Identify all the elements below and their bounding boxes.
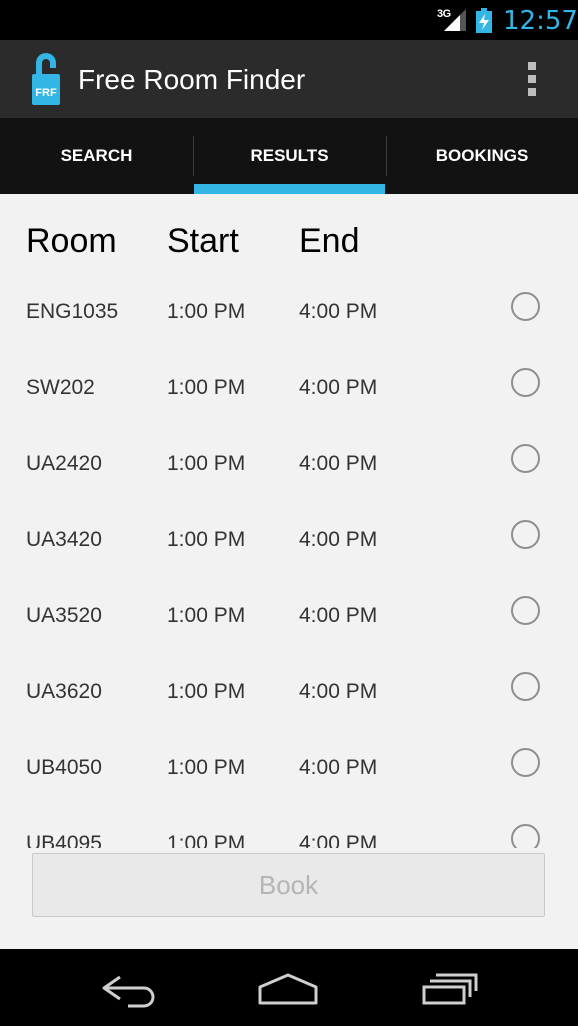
start-cell: 1:00 PM: [167, 376, 246, 399]
back-icon[interactable]: [98, 965, 158, 1011]
room-cell: UB4050: [26, 756, 102, 779]
tab-divider: [193, 136, 194, 176]
room-cell: UA2420: [26, 452, 102, 475]
app-icon-text: FRF: [35, 87, 57, 99]
start-cell: 1:00 PM: [167, 452, 246, 475]
start-cell: 1:00 PM: [167, 604, 246, 627]
start-cell: 1:00 PM: [167, 756, 246, 779]
end-cell: 4:00 PM: [299, 680, 378, 703]
select-radio-button[interactable]: [511, 596, 540, 625]
start-cell: 1:00 PM: [167, 680, 246, 703]
end-cell: 4:00 PM: [299, 604, 378, 627]
end-cell: 4:00 PM: [299, 528, 378, 551]
room-cell: UA3620: [26, 680, 102, 703]
table-row[interactable]: UA3420 1:00 PM 4:00 PM: [0, 520, 578, 560]
room-cell: UB4095: [26, 832, 102, 848]
end-cell: 4:00 PM: [299, 452, 378, 475]
select-radio-button[interactable]: [511, 368, 540, 397]
header-end: End: [299, 222, 360, 260]
recent-apps-icon[interactable]: [418, 965, 482, 1011]
start-cell: 1:00 PM: [167, 300, 246, 323]
table-row[interactable]: UA3620 1:00 PM 4:00 PM: [0, 672, 578, 712]
end-cell: 4:00 PM: [299, 376, 378, 399]
end-cell: 4:00 PM: [299, 832, 378, 848]
table-row[interactable]: SW202 1:00 PM 4:00 PM: [0, 368, 578, 408]
app-lock-icon[interactable]: FRF: [30, 52, 62, 105]
select-radio-button[interactable]: [511, 748, 540, 777]
start-cell: 1:00 PM: [167, 832, 246, 848]
select-radio-button[interactable]: [511, 824, 540, 848]
tab-bookings[interactable]: BOOKINGS: [386, 118, 578, 194]
room-cell: UA3420: [26, 528, 102, 551]
select-radio-button[interactable]: [511, 292, 540, 321]
tab-results[interactable]: RESULTS: [193, 118, 386, 194]
table-row[interactable]: UA3520 1:00 PM 4:00 PM: [0, 596, 578, 636]
select-radio-button[interactable]: [511, 672, 540, 701]
start-cell: 1:00 PM: [167, 528, 246, 551]
battery-charging-icon: [476, 8, 492, 33]
overflow-menu-icon[interactable]: [522, 61, 542, 97]
app-title: Free Room Finder: [78, 64, 306, 95]
table-header: Room Start End: [0, 218, 578, 268]
results-list[interactable]: Room Start End ENG1035 1:00 PM 4:00 PM S…: [0, 194, 578, 848]
signal-strength-icon: [444, 9, 466, 31]
home-icon[interactable]: [256, 965, 320, 1011]
selected-tab-indicator: [194, 184, 385, 194]
select-radio-button[interactable]: [511, 444, 540, 473]
room-cell: UA3520: [26, 604, 102, 627]
table-row[interactable]: UB4050 1:00 PM 4:00 PM: [0, 748, 578, 788]
tab-divider: [386, 136, 387, 176]
room-cell: SW202: [26, 376, 95, 399]
book-button[interactable]: Book: [32, 853, 545, 917]
table-row[interactable]: UB4095 1:00 PM 4:00 PM: [0, 824, 578, 848]
room-cell: ENG1035: [26, 300, 119, 323]
status-bar: 3G 12:57: [0, 0, 578, 40]
status-clock: 12:57: [503, 6, 578, 36]
table-row[interactable]: UA2420 1:00 PM 4:00 PM: [0, 444, 578, 484]
end-cell: 4:00 PM: [299, 300, 378, 323]
table-row[interactable]: ENG1035 1:00 PM 4:00 PM: [0, 292, 578, 332]
tab-bar: SEARCH RESULTS BOOKINGS: [0, 118, 578, 194]
tab-search[interactable]: SEARCH: [0, 118, 193, 194]
end-cell: 4:00 PM: [299, 756, 378, 779]
select-radio-button[interactable]: [511, 520, 540, 549]
header-room: Room: [26, 222, 117, 260]
header-start: Start: [167, 222, 239, 260]
